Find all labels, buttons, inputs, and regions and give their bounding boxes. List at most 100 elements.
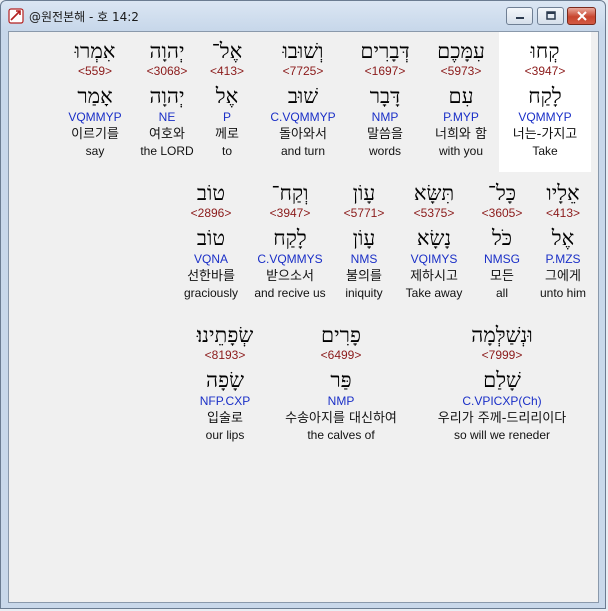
lemma-word: דָּבָר (369, 84, 401, 108)
minimize-icon (515, 17, 524, 19)
parsing-code: C.VPICXP(Ch) (462, 394, 542, 408)
english-gloss: the LORD (140, 144, 194, 158)
parsing-code: C.VQMMYP (270, 110, 336, 124)
strong-number[interactable]: <7725> (260, 64, 346, 79)
english-gloss: all (495, 286, 508, 300)
word-cell[interactable]: קְחוּ <3947> לָקַח VQMMYP 너는-가지고 Take (499, 32, 591, 172)
lemma-word: לָקַח (273, 226, 307, 250)
hebrew-word: אִמְרוּ (74, 39, 116, 63)
parsing-code: P.MZS (545, 252, 581, 266)
hebrew-word: וְשׁוּבוּ (282, 39, 324, 63)
strong-number[interactable]: <5771> (330, 206, 398, 221)
strong-number[interactable]: <3947> (499, 64, 591, 79)
parsing-code: NMS (350, 252, 378, 266)
english-gloss: our lips (205, 428, 245, 442)
korean-gloss: 모든 (490, 269, 514, 284)
korean-gloss: 너는-가지고 (512, 127, 578, 142)
strong-number[interactable]: <559> (59, 64, 131, 79)
word-cell[interactable]: דְּבָרִים <1697> דָּבָר NMP 말씀을 words (347, 32, 423, 172)
hebrew-word: אֵלָיו (546, 181, 580, 205)
word-cell[interactable]: עִמָּכֶם <5973> עִם P.MYP 너희와 함 with you (423, 32, 499, 172)
word-cell[interactable]: וְקַח־ <3947> לָקַח C.VQMMYS 받으소서 and recive … (250, 174, 330, 314)
verse-row: אֵלָיו <413> אֶל P.MZS 그에게 unto him כָּל־ <3605… (9, 174, 598, 316)
word-cell[interactable]: וְשׁוּבוּ <7725> שׁוּב C.VQMMYP 돌아와서 and turn (260, 32, 346, 172)
hebrew-word: כָּל־ (487, 181, 517, 205)
strong-number[interactable]: <7999> (423, 348, 581, 363)
maximize-button[interactable] (537, 7, 564, 25)
hebrew-word: וְקַח־ (271, 181, 309, 205)
hebrew-word: וּנְשַׁלְּמָה (471, 323, 533, 347)
english-gloss: say (85, 144, 105, 158)
lemma-word: נָשָׂא (416, 226, 452, 250)
english-gloss: the calves of (307, 428, 375, 442)
hebrew-word: אֶל־ (211, 39, 243, 63)
minimize-button[interactable] (506, 7, 533, 25)
strong-number[interactable]: <8193> (181, 348, 269, 363)
app-icon (8, 8, 24, 24)
strong-number[interactable]: <3947> (250, 206, 330, 221)
korean-gloss: 받으소서 (266, 269, 314, 284)
parsing-code: P.MYP (443, 110, 479, 124)
strong-number[interactable]: <413> (195, 64, 259, 79)
verse-row: וּנְשַׁלְּמָה <7999> שָׁלַם C.VPICXP(Ch) 우리가… (9, 316, 598, 458)
lemma-word: פַּר (330, 368, 352, 392)
hebrew-word: תִּשָּׂא (413, 181, 455, 205)
word-cell[interactable]: כָּל־ <3605> כֹּל NMSG 모든 all (471, 174, 533, 314)
strong-number[interactable]: <1697> (347, 64, 423, 79)
strong-number[interactable]: <5375> (397, 206, 471, 221)
english-gloss: and turn (280, 144, 326, 158)
word-cell[interactable]: טוֹב <2896> טוֹב VQNA 선한바를 graciously (172, 174, 250, 314)
parsing-code: VQIMYS (410, 252, 458, 266)
word-cell[interactable]: יְהוָה <3068> יְהוָה NE 여호와 the LORD (133, 32, 201, 172)
hebrew-word: טוֹב (196, 181, 226, 205)
word-cell[interactable]: וּנְשַׁלְּמָה <7999> שָׁלַם C.VPICXP(Ch) 우리가… (423, 316, 581, 456)
lemma-word: לָקַח (528, 84, 562, 108)
maximize-icon (545, 11, 556, 20)
korean-gloss: 불의를 (346, 269, 382, 284)
korean-gloss: 그에게 (545, 269, 581, 284)
strong-number[interactable]: <413> (533, 206, 593, 221)
parsing-code: VQMMYP (68, 110, 122, 124)
hebrew-word: שְׂפָתֵינוּ׃ (196, 323, 254, 347)
verse-row: קְחוּ <3947> לָקַח VQMMYP 너는-가지고 Take עִמָּכֶם… (9, 32, 598, 174)
lemma-word: שׁוּב (287, 84, 319, 108)
verse-content-area[interactable]: קְחוּ <3947> לָקַח VQMMYP 너는-가지고 Take עִמָּכֶם… (8, 31, 599, 603)
strong-number[interactable]: <6499> (271, 348, 411, 363)
word-cell[interactable]: תִּשָּׂא <5375> נָשָׂא VQIMYS 제하시고 Take away (397, 174, 471, 314)
lemma-word: עִם (448, 84, 474, 108)
parsing-code: NMP (327, 394, 355, 408)
korean-gloss: 여호와 (149, 127, 185, 142)
english-gloss: Take away (405, 286, 463, 300)
english-gloss: so will we reneder (453, 428, 551, 442)
parsing-code: C.VQMMYS (257, 252, 323, 266)
word-cell[interactable]: אֵלָיו <413> אֶל P.MZS 그에게 unto him (533, 174, 593, 314)
strong-number[interactable]: <3605> (471, 206, 533, 221)
parsing-code: VQMMYP (518, 110, 572, 124)
lemma-word: שָׂפָה (206, 368, 244, 392)
close-icon (576, 11, 587, 21)
word-cell[interactable]: שְׂפָתֵינוּ׃ <8193> שָׂפָה NFP.CXP 입술로 our li… (181, 316, 269, 456)
word-cell[interactable]: עָוֹן <5771> עָוֹן NMS 불의를 iniquity (330, 174, 398, 314)
korean-gloss: 입술로 (207, 411, 243, 426)
hebrew-word: פָרִים (321, 323, 361, 347)
strong-number[interactable]: <3068> (133, 64, 201, 79)
strong-number[interactable]: <5973> (423, 64, 499, 79)
english-gloss: to (221, 144, 232, 158)
strong-number[interactable]: <2896> (172, 206, 250, 221)
korean-gloss: 제하시고 (410, 269, 458, 284)
lemma-word: יְהוָה (149, 84, 185, 108)
korean-gloss: 말씀을 (367, 127, 403, 142)
lemma-word: עָוֹן (352, 226, 376, 250)
word-cell[interactable]: פָרִים <6499> פַּר NMP 수송아지를 대신하여 the calves … (271, 316, 411, 456)
title-bar[interactable]: @원전본해 - 호 14:2 (1, 1, 605, 31)
close-button[interactable] (567, 7, 596, 25)
korean-gloss: 이르기를 (71, 127, 119, 142)
lemma-word: אֶל (551, 226, 575, 250)
english-gloss: Take (532, 144, 558, 158)
word-cell[interactable]: אֶל־ <413> אֶל P 께로 to (195, 32, 259, 172)
korean-gloss: 돌아와서 (279, 127, 327, 142)
app-window: @원전본해 - 호 14:2 קְחוּ <3947> לָקַח VQMMYP 너는-… (0, 0, 606, 609)
hebrew-word: דְּבָרִים (360, 39, 410, 63)
word-cell[interactable]: אִמְרוּ <559> אָמַר VQMMYP 이르기를 say (59, 32, 131, 172)
parsing-code: NE (158, 110, 176, 124)
